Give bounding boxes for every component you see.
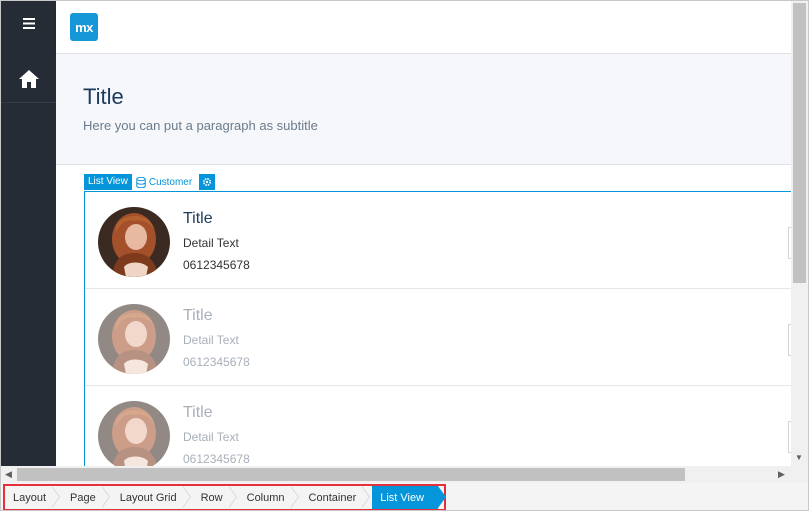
horizontal-scroll-thumb[interactable]	[17, 468, 685, 481]
horizontal-scrollbar[interactable]: ◀ ▶	[1, 466, 808, 483]
hamburger-icon	[22, 17, 35, 29]
avatar	[98, 304, 170, 374]
scroll-down-arrow-icon[interactable]: ▼	[795, 453, 803, 462]
app-logo[interactable]: mx	[70, 13, 98, 41]
breadcrumb-item-page[interactable]: Page	[62, 486, 112, 509]
scroll-right-arrow-icon[interactable]: ▶	[778, 469, 785, 480]
home-icon	[18, 70, 39, 88]
menu-toggle-button[interactable]	[1, 1, 56, 45]
sidebar	[1, 1, 56, 466]
breadcrumb-item-layout-grid[interactable]: Layout Grid	[112, 486, 193, 509]
item-phone: 0612345678	[183, 355, 250, 369]
listview-entity[interactable]: Customer	[131, 174, 197, 190]
item-detail-text: Detail Text	[183, 430, 239, 444]
breadcrumb-item-column[interactable]: Column	[239, 486, 301, 509]
database-icon	[136, 176, 146, 188]
scroll-left-arrow-icon[interactable]: ◀	[5, 469, 12, 480]
item-detail-text: Detail Text	[183, 236, 239, 250]
breadcrumb-item-layout[interactable]: Layout	[5, 486, 62, 509]
page-title: Title	[83, 84, 124, 109]
list-view[interactable]: Title Detail Text 0612345678 Title Detail Te…	[84, 191, 792, 472]
listview-entity-name: Customer	[148, 176, 193, 188]
breadcrumb: Layout Page Layout Grid Row Column Container L…	[3, 484, 447, 510]
listview-label[interactable]: List View	[84, 174, 132, 190]
vertical-scroll-thumb[interactable]	[793, 3, 806, 283]
avatar	[98, 401, 170, 471]
portrait-image	[98, 304, 170, 374]
list-item[interactable]: Title Detail Text 0612345678	[85, 386, 792, 472]
item-title: Title	[183, 307, 213, 324]
list-item[interactable]: Title Detail Text 0612345678	[85, 289, 792, 386]
breadcrumb-item-container[interactable]: Container	[301, 486, 373, 509]
item-phone: 0612345678	[183, 452, 250, 466]
portrait-image	[98, 207, 170, 277]
vertical-scrollbar[interactable]: ▼	[791, 1, 808, 466]
item-title: Title	[183, 210, 213, 227]
portrait-image	[98, 401, 170, 471]
page-frame: mx Title Here you can put a paragraph as…	[0, 0, 809, 511]
top-bar: mx	[56, 1, 791, 54]
listview-settings-button[interactable]	[199, 174, 216, 190]
listview-design-tag[interactable]: List View Customer	[84, 174, 216, 190]
item-phone: 0612345678	[183, 258, 250, 272]
item-title: Title	[183, 404, 213, 421]
list-item[interactable]: Title Detail Text 0612345678	[85, 192, 792, 289]
gear-icon	[203, 177, 212, 187]
home-button[interactable]	[1, 56, 56, 103]
page-subtitle: Here you can put a paragraph as subtitle	[83, 118, 318, 133]
logo-text: mx	[75, 19, 93, 35]
page-header: Title Here you can put a paragraph as su…	[56, 54, 791, 165]
item-detail-text: Detail Text	[183, 333, 239, 347]
avatar	[98, 207, 170, 277]
breadcrumb-item-list-view[interactable]: List View	[372, 486, 446, 509]
breadcrumb-item-row[interactable]: Row	[193, 486, 239, 509]
breadcrumb-bar: Layout Page Layout Grid Row Column Container L…	[1, 483, 808, 510]
